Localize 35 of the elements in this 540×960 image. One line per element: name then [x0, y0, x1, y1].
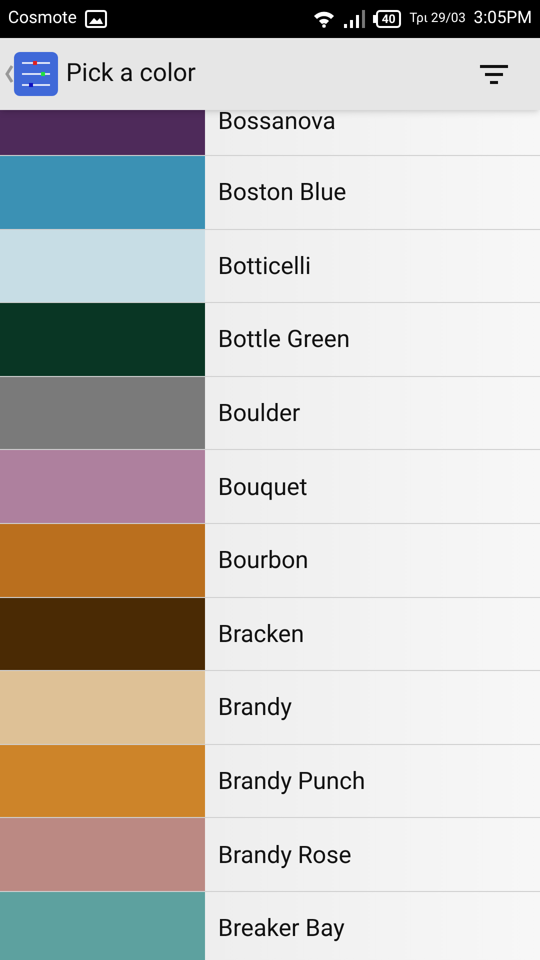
color-name: Brandy Punch	[218, 770, 366, 792]
back-icon	[4, 64, 14, 84]
battery-icon: 40	[372, 10, 402, 28]
color-name: Boulder	[218, 402, 300, 424]
color-name: Bracken	[218, 622, 304, 645]
color-row[interactable]: Botticelli	[0, 230, 540, 304]
color-row[interactable]: Boulder	[0, 376, 540, 450]
color-row[interactable]: Brandy Rose	[0, 818, 540, 892]
sliders-icon	[14, 52, 58, 96]
color-name: Boston Blue	[218, 181, 346, 204]
screen-title: Pick a color	[66, 58, 196, 90]
color-name: Bottle Green	[218, 328, 350, 350]
color-name: Botticelli	[218, 254, 311, 277]
color-name: Brandy	[218, 696, 292, 718]
color-name: Bouquet	[218, 476, 308, 498]
color-row[interactable]: Breaker Bay	[0, 892, 540, 960]
color-name: Bossanova	[218, 110, 336, 132]
image-icon	[84, 10, 107, 28]
status-time: 3:05PM	[474, 7, 532, 30]
carrier-name: Cosmote	[8, 7, 77, 30]
color-name: Bourbon	[218, 549, 308, 572]
color-row[interactable]: Boston Blue	[0, 156, 540, 230]
filter-icon	[480, 63, 508, 85]
signal-icon	[342, 10, 365, 28]
wifi-icon	[312, 10, 335, 28]
color-row[interactable]: Bracken	[0, 598, 540, 672]
color-row[interactable]: Brandy	[0, 671, 540, 745]
color-row[interactable]: Bourbon	[0, 524, 540, 598]
color-name: Breaker Bay	[218, 917, 345, 940]
color-name: Brandy Rose	[218, 844, 352, 866]
color-row[interactable]: Brandy Punch	[0, 744, 540, 818]
color-row[interactable]: Bossanova	[0, 110, 540, 156]
status-date: Τρι 29/03	[409, 10, 466, 28]
color-row[interactable]: Bottle Green	[0, 303, 540, 377]
color-row[interactable]: Bouquet	[0, 450, 540, 524]
